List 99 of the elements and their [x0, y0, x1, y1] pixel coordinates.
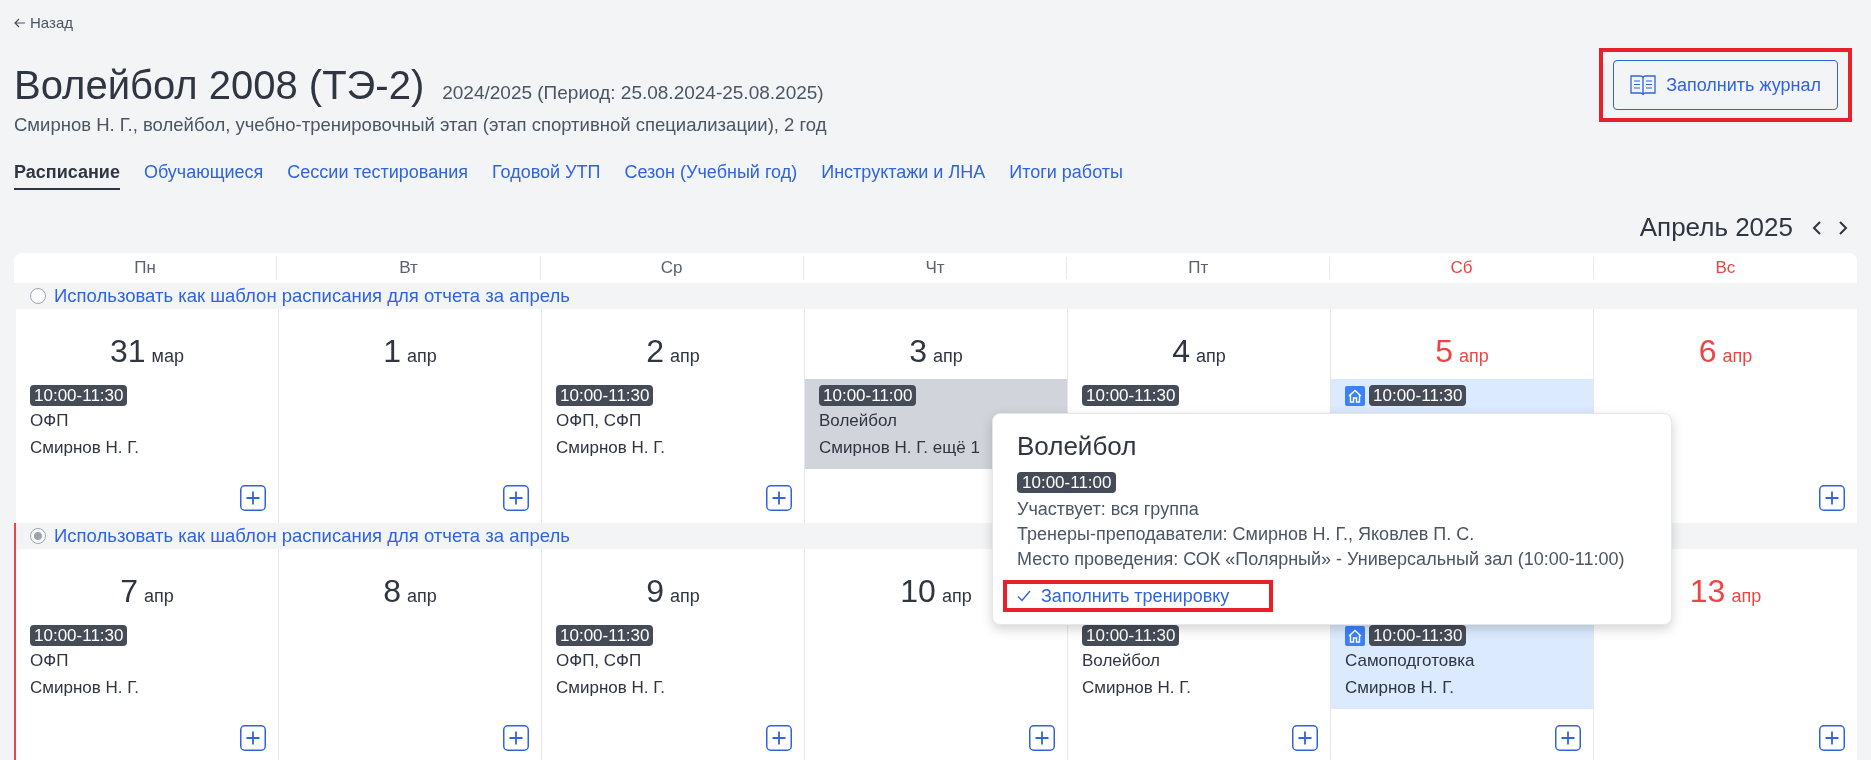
time-badge: 10:00-11:30	[30, 385, 128, 406]
popup-detail: Место проведения: СОК «Полярный» - Универсальный зал (10:00-11:00)	[1017, 548, 1626, 571]
template-option[interactable]: Использовать как шаблон расписания для отчета за апрель	[30, 522, 570, 550]
radio-button[interactable]	[30, 528, 46, 544]
weekday-label: Пт	[1188, 258, 1209, 277]
add-button[interactable]	[240, 485, 266, 511]
month-label: апр	[1196, 345, 1226, 368]
period-text: 2024/2025 (Период: 25.08.2024-25.08.2025)	[442, 81, 824, 106]
day-number: 8	[383, 572, 401, 611]
time-badge: 10:00-11:30	[1369, 625, 1467, 646]
month-label: апр	[1459, 345, 1489, 368]
day-number: 31	[110, 332, 146, 371]
month-label: апр	[1722, 345, 1753, 368]
day-number: 9	[646, 572, 664, 611]
month-title: Апрель 2025	[1639, 211, 1793, 244]
event-title: Волейбол	[1082, 650, 1162, 672]
day-number: 6	[1698, 332, 1717, 371]
nav-tab[interactable]: Сезон (Учебный год)	[624, 159, 798, 190]
add-button[interactable]	[503, 485, 529, 511]
group-description: Смирнов Н. Г., волейбол, учебно-тренировочный этап (этап спортивной специализации), 2 год	[14, 113, 827, 138]
fill-training-link[interactable]: Заполнить тренировку	[1017, 584, 1230, 608]
day-number: 7	[120, 572, 138, 611]
page-title: Волейбол 2008 (ТЭ-2)	[14, 62, 425, 110]
add-button[interactable]	[766, 485, 792, 511]
event-card[interactable]: 10:00-11:30 ОФП, СФП Смирнов Н. Г.	[542, 619, 804, 709]
template-option[interactable]: Использовать как шаблон расписания для отчета за апрель	[30, 282, 570, 310]
month-label: апр	[144, 585, 174, 608]
time-badge: 10:00-11:30	[556, 625, 654, 646]
add-button[interactable]	[240, 725, 266, 751]
chevron-left-icon[interactable]	[1811, 219, 1823, 236]
time-badge: 10:00-11:30	[1369, 385, 1467, 406]
event-title: Волейбол	[819, 410, 899, 432]
nav-tab[interactable]: Годовой УТП	[491, 159, 601, 190]
arrow-left-icon	[14, 18, 26, 29]
nav-tab[interactable]: Сессии тестирования	[287, 159, 468, 190]
time-badge: 10:00-11:00	[819, 385, 917, 406]
event-title: Самоподготовка	[1345, 650, 1476, 672]
home-icon	[1345, 385, 1365, 406]
nav-tab[interactable]: Итоги работы	[1009, 159, 1123, 190]
event-card[interactable]: 10:00-11:30 ОФП Смирнов Н. Г.	[16, 379, 278, 469]
event-card[interactable]: 10:00-11:30 ОФП, СФП Смирнов Н. Г.	[542, 379, 804, 469]
coach-name: Смирнов Н. Г.	[30, 437, 141, 459]
month-label: мар	[151, 345, 184, 368]
popup-detail: Тренеры-преподаватели: Смирнов Н. Г., Яковлев П. С.	[1017, 523, 1476, 546]
month-label: апр	[407, 585, 437, 608]
event-card[interactable]: 10:00-11:30	[1331, 379, 1593, 414]
add-button[interactable]	[1555, 725, 1581, 751]
event-title: ОФП, СФП	[556, 650, 643, 672]
weekday-label: Пн	[134, 258, 156, 277]
coach-name: Смирнов Н. Г.	[556, 677, 667, 699]
event-title: ОФП, СФП	[556, 410, 643, 432]
coach-name: Смирнов Н. Г.	[30, 677, 141, 699]
event-card[interactable]: 10:00-11:30	[1068, 379, 1330, 414]
coach-name: Смирнов Н. Г.	[556, 437, 667, 459]
day-number: 2	[646, 332, 664, 371]
nav-tab[interactable]: Расписание	[14, 159, 120, 190]
add-button[interactable]	[1292, 725, 1318, 751]
event-card[interactable]: 10:00-11:30 Волейбол Смирнов Н. Г.	[1068, 619, 1330, 709]
day-number: 4	[1172, 332, 1190, 371]
weekday-label: Вс	[1715, 258, 1736, 277]
check-icon	[1017, 590, 1031, 602]
month-label: апр	[933, 345, 963, 368]
nav-tab[interactable]: Инструктажи и ЛНА	[821, 159, 986, 190]
month-label: апр	[670, 345, 700, 368]
day-number: 10	[900, 572, 936, 611]
fill-journal-button[interactable]: Заполнить журнал	[1613, 60, 1838, 111]
book-icon	[1630, 74, 1657, 97]
time-badge: 10:00-11:30	[1082, 385, 1180, 406]
add-button[interactable]	[503, 725, 529, 751]
month-label: апр	[1731, 585, 1762, 608]
weekday-label: Чт	[925, 258, 945, 277]
weekday-label: Ср	[660, 258, 683, 277]
day-number: 1	[383, 332, 401, 371]
day-number: 5	[1435, 332, 1453, 371]
weekday-label: Вт	[399, 258, 418, 277]
day-number: 3	[909, 332, 927, 371]
radio-button[interactable]	[30, 288, 46, 304]
month-label: апр	[941, 585, 972, 608]
popup-detail: Участвует: вся группа	[1017, 498, 1200, 521]
day-number: 13	[1689, 572, 1726, 611]
weekday-label: Сб	[1450, 258, 1473, 277]
time-badge: 10:00-11:00	[1017, 472, 1117, 493]
add-button[interactable]	[766, 725, 792, 751]
coach-name: Смирнов Н. Г.	[1345, 677, 1456, 699]
coach-name: Смирнов Н. Г.	[1082, 677, 1193, 699]
event-title: ОФП	[30, 650, 70, 672]
back-link[interactable]: Назад	[14, 12, 73, 35]
add-button[interactable]	[1029, 725, 1055, 751]
event-title: ОФП	[30, 410, 70, 432]
month-label: апр	[407, 345, 437, 368]
event-card[interactable]: 10:00-11:30 ОФП Смирнов Н. Г.	[16, 619, 278, 709]
chevron-right-icon[interactable]	[1837, 219, 1849, 236]
add-button[interactable]	[1819, 485, 1845, 511]
time-badge: 10:00-11:30	[1082, 625, 1180, 646]
add-button[interactable]	[1819, 725, 1845, 751]
nav-tab[interactable]: Обучающиеся	[143, 159, 264, 190]
time-badge: 10:00-11:30	[556, 385, 654, 406]
month-label: апр	[670, 585, 700, 608]
time-badge: 10:00-11:30	[30, 625, 128, 646]
